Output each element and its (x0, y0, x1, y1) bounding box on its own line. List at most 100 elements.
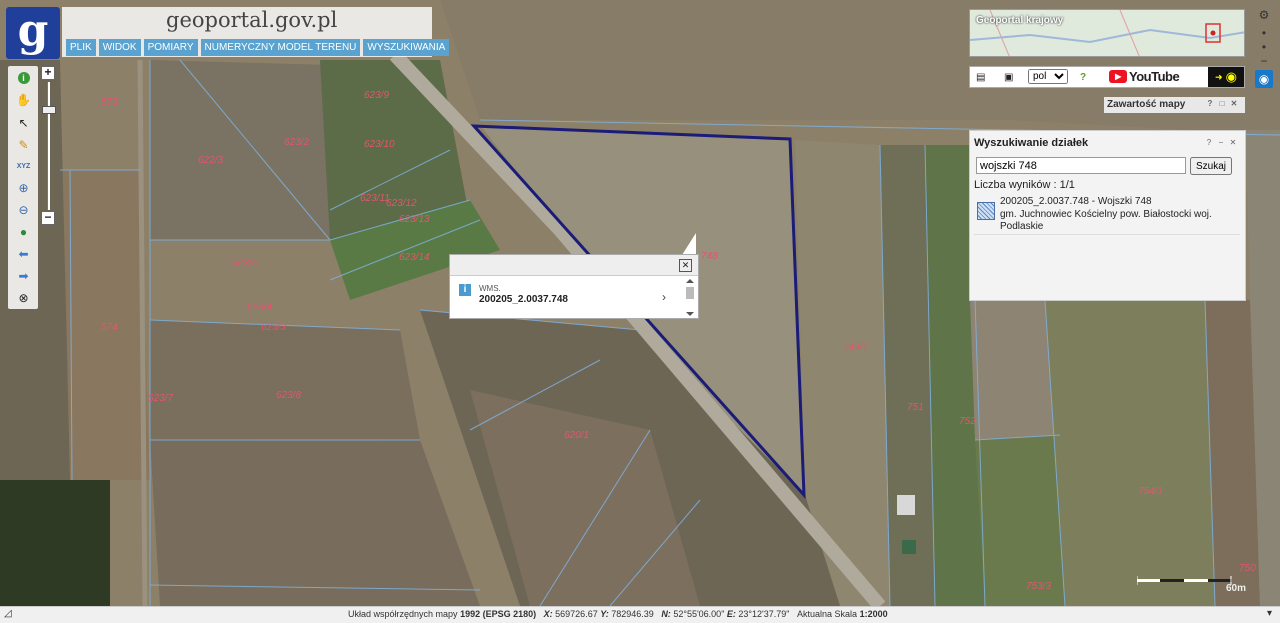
main-menu: PLIK WIDOK POMIARY NUMERYCZNY MODEL TERE… (66, 39, 450, 56)
xyz-coordinates-icon[interactable]: XYZ (15, 158, 32, 175)
parcel-label: 623/2 (284, 137, 310, 148)
help-icon[interactable]: ? (1205, 99, 1215, 109)
menu-wyszukiwania[interactable]: WYSZUKIWANIA (363, 39, 450, 56)
zoom-plus-button[interactable]: + (41, 66, 55, 80)
help-icon[interactable]: ? (1204, 138, 1214, 148)
coordinate-readout: Układ współrzędnych mapy 1992 (EPSG 2180… (348, 609, 888, 619)
parcel-label: 623/3 (261, 322, 287, 333)
globe-icon[interactable]: ● (15, 223, 32, 240)
parcel-label: 622/3 (198, 155, 224, 166)
y-value: 782946.39 (611, 609, 654, 619)
e-label: E: (726, 609, 736, 619)
parcel-label: 623/8 (276, 390, 302, 401)
document-icon[interactable]: ▤ (976, 70, 985, 84)
youtube-link[interactable]: ▶ YouTube (1109, 69, 1180, 84)
header-panel: geoportal.gov.pl PLIK WIDOK POMIARY NUME… (62, 7, 450, 57)
scale-label: 60m (1226, 583, 1247, 594)
x-value: 569726.67 (555, 609, 598, 619)
arrow-icon: ➜ (1215, 71, 1223, 82)
close-icon[interactable]: ✕ (679, 259, 692, 272)
info-icon: i (459, 284, 471, 296)
menu-plik[interactable]: PLIK (66, 39, 96, 56)
site-title: geoportal.gov.pl (166, 8, 338, 32)
dot-icon[interactable]: • (1255, 26, 1273, 40)
close-icon[interactable]: ✕ (1228, 138, 1238, 148)
overview-map[interactable]: Geoportal krajowy (969, 9, 1245, 57)
eye-visibility-icon[interactable]: ◉ (1255, 70, 1273, 88)
search-panel-title: Wyszukiwanie działek (974, 137, 1089, 149)
select-arrow-icon[interactable]: ↖ (15, 114, 32, 131)
parcel-search-input[interactable] (976, 157, 1186, 174)
zoom-track[interactable] (47, 82, 50, 210)
parcel-icon (977, 202, 995, 220)
zoom-minus-button[interactable]: − (41, 211, 55, 225)
logo-letter: g (17, 5, 49, 56)
maximize-icon[interactable]: □ (1217, 99, 1227, 109)
n-label: N: (661, 609, 671, 619)
parcel-search-panel: Wyszukiwanie działek ? − ✕ Szukaj Liczba… (969, 130, 1246, 301)
minimize-icon[interactable]: − (1216, 138, 1226, 148)
menu-nmt[interactable]: NUMERYCZNY MODEL TERENU (200, 39, 361, 56)
info-icon[interactable]: i (15, 69, 32, 86)
language-select[interactable]: pol (1028, 69, 1068, 84)
status-bar: ◿ Układ współrzędnych mapy 1992 (EPSG 21… (0, 606, 1280, 623)
result-location: gm. Juchnowiec Kościelny pow. Białostock… (1000, 209, 1212, 232)
parcel-label: 751 (907, 402, 924, 413)
popup-parcel-id: 200205_2.0037.748 (479, 294, 568, 305)
result-title: 200205_2.0037.748 - Wojszki 748 (1000, 196, 1152, 207)
zoom-out-icon[interactable]: ⊖ (15, 201, 32, 218)
parcel-label: 754/1 (1138, 486, 1164, 497)
scale-bar (1137, 576, 1232, 585)
parcel-label: 620/1 (564, 430, 590, 441)
pencil-icon[interactable]: ✎ (15, 136, 32, 153)
search-result-item[interactable]: 200205_2.0037.748 - Wojszki 748 gm. Juch… (974, 194, 1240, 235)
parcel-label: 752 (959, 416, 976, 427)
youtube-play-icon: ▶ (1109, 70, 1127, 83)
back-arrow-icon[interactable]: ⬅ (15, 245, 32, 262)
printer-icon[interactable]: ▣ (1004, 70, 1013, 84)
overview-label: Geoportal krajowy (976, 15, 1064, 26)
map-content-panel[interactable]: Zawartość mapy ? □ ✕ (1104, 97, 1245, 113)
parcel-label: 573 (101, 97, 118, 108)
parcel-label: 750 (1239, 563, 1256, 574)
youtube-label: YouTube (1129, 69, 1180, 84)
chevron-right-icon[interactable]: › (662, 290, 666, 304)
scale-value: 1:2000 (859, 609, 888, 619)
reset-view-icon[interactable]: ⊗ (15, 289, 32, 306)
parcel-label: 623/13 (399, 214, 430, 225)
scale-text-label: Aktualna Skala (797, 609, 858, 619)
geoportal-logo[interactable]: g (6, 7, 60, 59)
result-count: Liczba wyników : 1/1 (974, 179, 1075, 191)
close-icon[interactable]: ✕ (1229, 99, 1239, 109)
search-button[interactable]: Szukaj (1190, 157, 1232, 175)
parcel-label: 623/4 (247, 302, 273, 313)
resize-icon[interactable]: ◿ (4, 608, 12, 619)
map-content-title: Zawartość mapy (1107, 99, 1186, 110)
pan-hand-icon[interactable]: ✋ (15, 91, 32, 108)
popup-scrollbar[interactable] (685, 279, 695, 317)
parcel-label: 623/10 (364, 139, 395, 150)
parcel-label: 749/1 (843, 342, 869, 353)
parcel-label: 623/12 (386, 198, 417, 209)
accessibility-eye-button[interactable]: ➜ ◉ (1208, 67, 1244, 87)
crs-prefix: Układ współrzędnych mapy (348, 609, 458, 619)
forward-arrow-icon[interactable]: ➡ (15, 267, 32, 284)
feature-info-popup: ✕ i WMS. 200205_2.0037.748 › (449, 254, 699, 319)
zoom-in-icon[interactable]: ⊕ (15, 179, 32, 196)
parcel-label: 623/14 (399, 252, 430, 263)
collapse-arrow-icon[interactable]: ▾ (1267, 608, 1272, 619)
menu-pomiary[interactable]: POMIARY (143, 39, 198, 56)
minus-icon[interactable]: − (1255, 54, 1273, 68)
parcel-label: 748 (701, 251, 718, 262)
eye-icon: ◉ (1225, 69, 1237, 84)
crs-value: 1992 (EPSG 2180) (460, 609, 537, 619)
dot-icon[interactable]: • (1255, 40, 1273, 54)
popup-source: WMS. (479, 284, 501, 293)
zoom-handle[interactable] (42, 106, 56, 114)
right-icon-column: ⚙ • • − ◉ (1255, 6, 1275, 92)
popup-header: ✕ (450, 255, 698, 276)
menu-widok[interactable]: WIDOK (98, 39, 141, 56)
settings-gear-icon[interactable]: ⚙ (1255, 6, 1273, 24)
help-icon[interactable]: ? (1080, 70, 1086, 84)
parcel-label: 753/3 (1026, 581, 1052, 592)
